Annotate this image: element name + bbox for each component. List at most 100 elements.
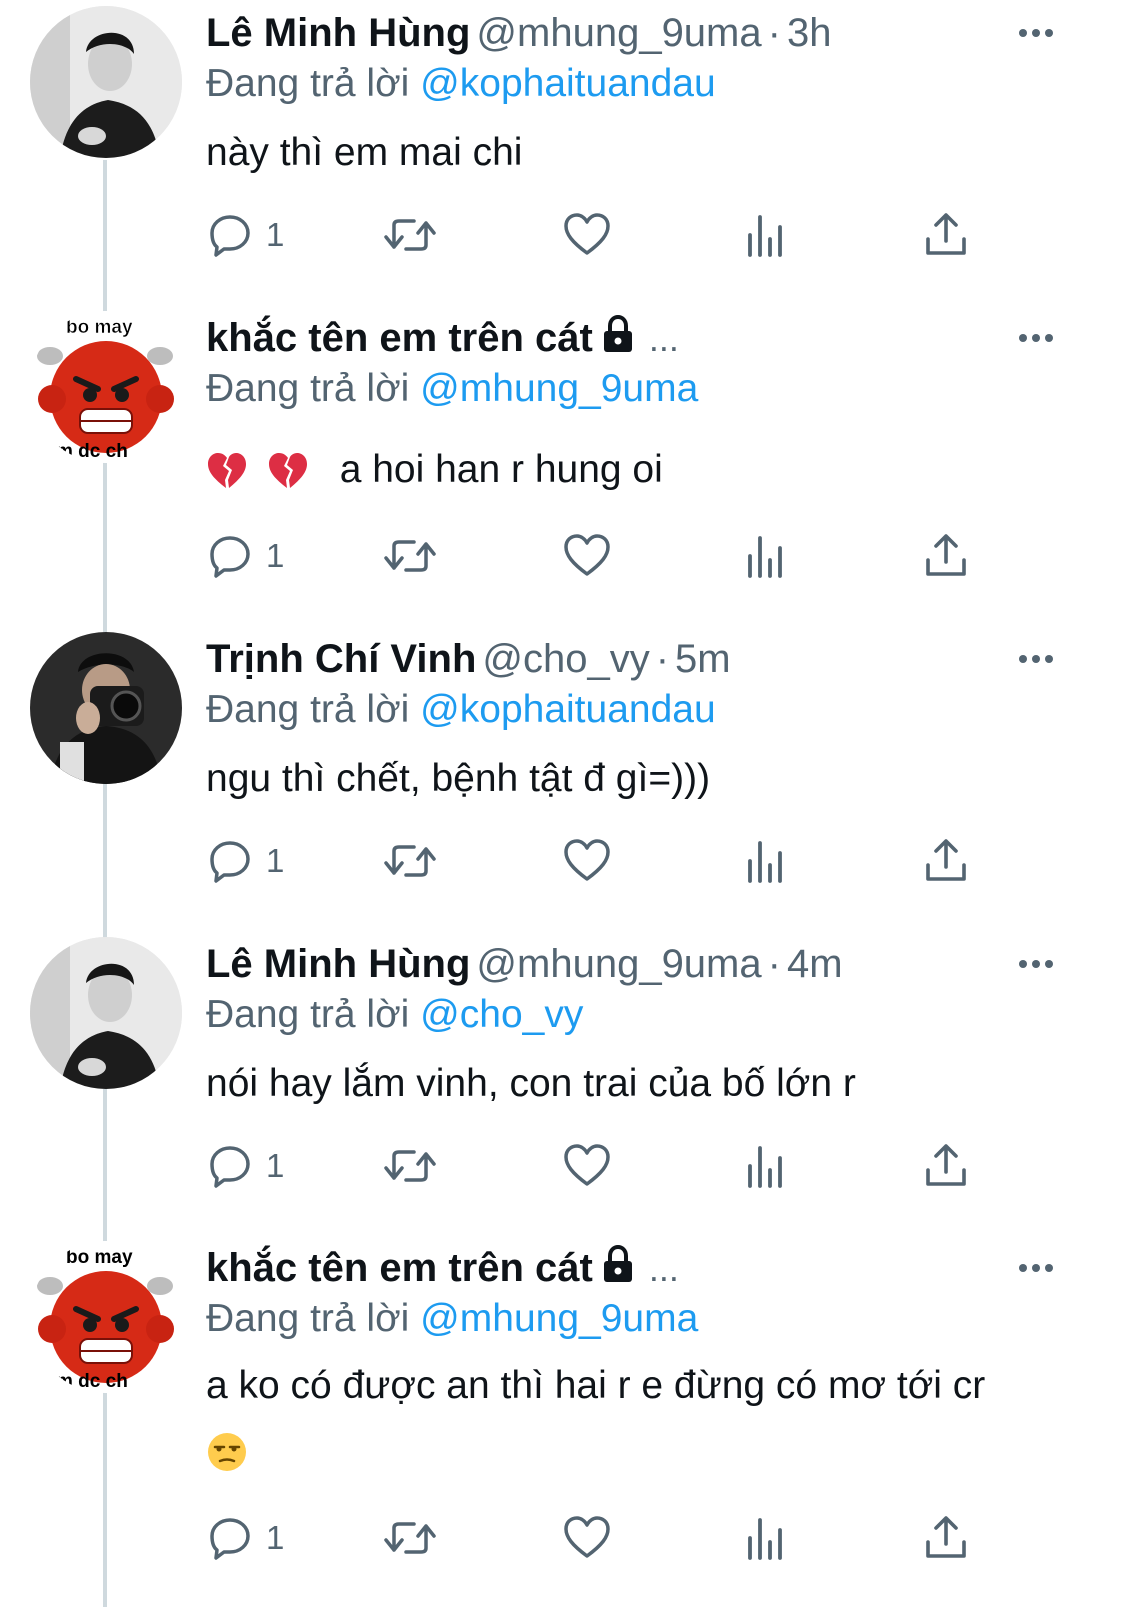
reply-count: 1 — [266, 1519, 285, 1556]
replying-to-handle-link[interactable]: @kophaituandau — [420, 688, 716, 731]
replying-to-handle-link[interactable]: @mhung_9uma — [420, 1297, 698, 1340]
timestamp[interactable]: 5m — [675, 637, 731, 681]
like-button[interactable] — [562, 836, 612, 886]
avatar[interactable] — [30, 937, 182, 1089]
share-button[interactable] — [924, 210, 968, 260]
share-button[interactable] — [924, 836, 968, 886]
reply-button[interactable]: 1 — [206, 210, 284, 260]
lock-icon — [601, 314, 635, 366]
tweet-text: a ko có được an thì hai r e đừng có mơ t… — [206, 1364, 986, 1407]
more-icon — [1019, 334, 1053, 342]
heart-icon — [564, 1516, 610, 1558]
header-truncation: ... — [648, 1248, 679, 1289]
avatar[interactable]: bo may m dc ch — [30, 1241, 182, 1393]
retweet-icon — [384, 1522, 436, 1554]
handle[interactable]: @mhung_9uma — [476, 11, 761, 55]
tweet-actions: 1 — [206, 210, 986, 260]
views-button[interactable] — [744, 531, 788, 581]
retweet-button[interactable] — [382, 1513, 438, 1563]
views-button[interactable] — [744, 1141, 788, 1191]
like-button[interactable] — [562, 531, 612, 581]
display-name[interactable]: Lê Minh Hùng — [206, 11, 470, 55]
retweet-icon — [384, 219, 436, 251]
avatar-photo — [30, 937, 182, 1089]
retweet-button[interactable] — [382, 531, 438, 581]
avatar[interactable]: bo may m dc ch — [30, 311, 182, 463]
views-chart-icon — [748, 536, 782, 578]
separator-dot: · — [767, 11, 781, 55]
unamused-face-emoji — [206, 1431, 248, 1478]
more-options-button[interactable] — [1016, 8, 1056, 58]
retweet-icon — [384, 540, 436, 572]
handle[interactable]: @cho_vy — [482, 637, 649, 681]
replying-to-handle-link[interactable]: @cho_vy — [420, 993, 583, 1036]
timestamp[interactable]: 4m — [787, 942, 843, 986]
retweet-button[interactable] — [382, 210, 438, 260]
display-name[interactable]: Trịnh Chí Vinh — [206, 637, 476, 681]
more-options-button[interactable] — [1016, 1243, 1056, 1293]
lock-icon — [601, 1244, 635, 1296]
more-icon — [1019, 29, 1053, 37]
display-name[interactable]: khắc tên em trên cát — [206, 1246, 593, 1290]
reply-button[interactable]: 1 — [206, 531, 284, 581]
more-icon — [1019, 960, 1053, 968]
more-options-button[interactable] — [1016, 939, 1056, 989]
share-button[interactable] — [924, 1141, 968, 1191]
tweet-actions: 1 — [206, 1513, 986, 1563]
display-name[interactable]: Lê Minh Hùng — [206, 942, 470, 986]
like-button[interactable] — [562, 1141, 612, 1191]
like-button[interactable] — [562, 210, 612, 260]
more-options-button[interactable] — [1016, 313, 1056, 363]
replying-to-handle-link[interactable]: @kophaituandau — [420, 62, 716, 105]
avatar[interactable] — [30, 6, 182, 158]
heart-icon — [564, 213, 610, 255]
reply-button[interactable]: 1 — [206, 1141, 284, 1191]
share-button[interactable] — [924, 531, 968, 581]
tweet-text: a hoi han r hung oi — [339, 448, 663, 491]
tweet-text: ngu thì chết, bệnh tật đ gì=))) — [206, 757, 711, 800]
like-button[interactable] — [562, 1513, 612, 1563]
reply-count: 1 — [266, 216, 285, 253]
reply-button[interactable]: 1 — [206, 836, 284, 886]
share-button[interactable] — [924, 1513, 968, 1563]
replying-to-label: Đang trả lời — [206, 688, 410, 731]
more-options-button[interactable] — [1016, 634, 1056, 684]
reply-button[interactable]: 1 — [206, 1513, 284, 1563]
share-icon — [926, 534, 966, 576]
sticker-caption-bottom: m dc ch — [56, 441, 128, 462]
reply-count: 1 — [266, 537, 285, 574]
share-icon — [926, 213, 966, 255]
more-icon — [1019, 1264, 1053, 1272]
replying-to-handle-link[interactable]: @mhung_9uma — [420, 367, 698, 410]
replying-to-label: Đang trả lời — [206, 993, 410, 1036]
reply-bubble-icon — [210, 1518, 250, 1560]
replying-to-label: Đang trả lời — [206, 367, 410, 410]
broken-heart-icon — [267, 447, 309, 509]
avatar-photo — [30, 632, 182, 784]
header-truncation: ... — [648, 318, 679, 359]
tweet-actions: 1 — [206, 531, 986, 581]
sticker-caption-top: bo may — [66, 317, 133, 339]
reply-count: 1 — [266, 842, 285, 879]
replying-to: Đang trả lời @cho_vy — [206, 989, 583, 1041]
retweet-button[interactable] — [382, 1141, 438, 1191]
views-button[interactable] — [744, 1513, 788, 1563]
avatar[interactable] — [30, 632, 182, 784]
views-chart-icon — [748, 215, 782, 257]
tweet-header: Lê Minh Hùng @mhung_9uma · 3h — [206, 8, 831, 58]
avatar-photo — [30, 6, 182, 158]
reply-bubble-icon — [210, 536, 250, 578]
heart-icon — [564, 839, 610, 881]
separator-dot: · — [655, 637, 670, 681]
views-button[interactable] — [744, 836, 788, 886]
timestamp[interactable]: 3h — [787, 11, 832, 55]
views-chart-icon — [748, 1518, 782, 1560]
views-button[interactable] — [744, 210, 788, 260]
separator-dot: · — [767, 942, 781, 986]
tweet-header: Lê Minh Hùng @mhung_9uma · 4m — [206, 939, 843, 989]
handle[interactable]: @mhung_9uma — [476, 942, 761, 986]
replying-to: Đang trả lời @mhung_9uma — [206, 1293, 698, 1345]
sticker-caption-top: bo may — [66, 1247, 133, 1268]
display-name[interactable]: khắc tên em trên cát — [206, 316, 593, 360]
retweet-button[interactable] — [382, 836, 438, 886]
